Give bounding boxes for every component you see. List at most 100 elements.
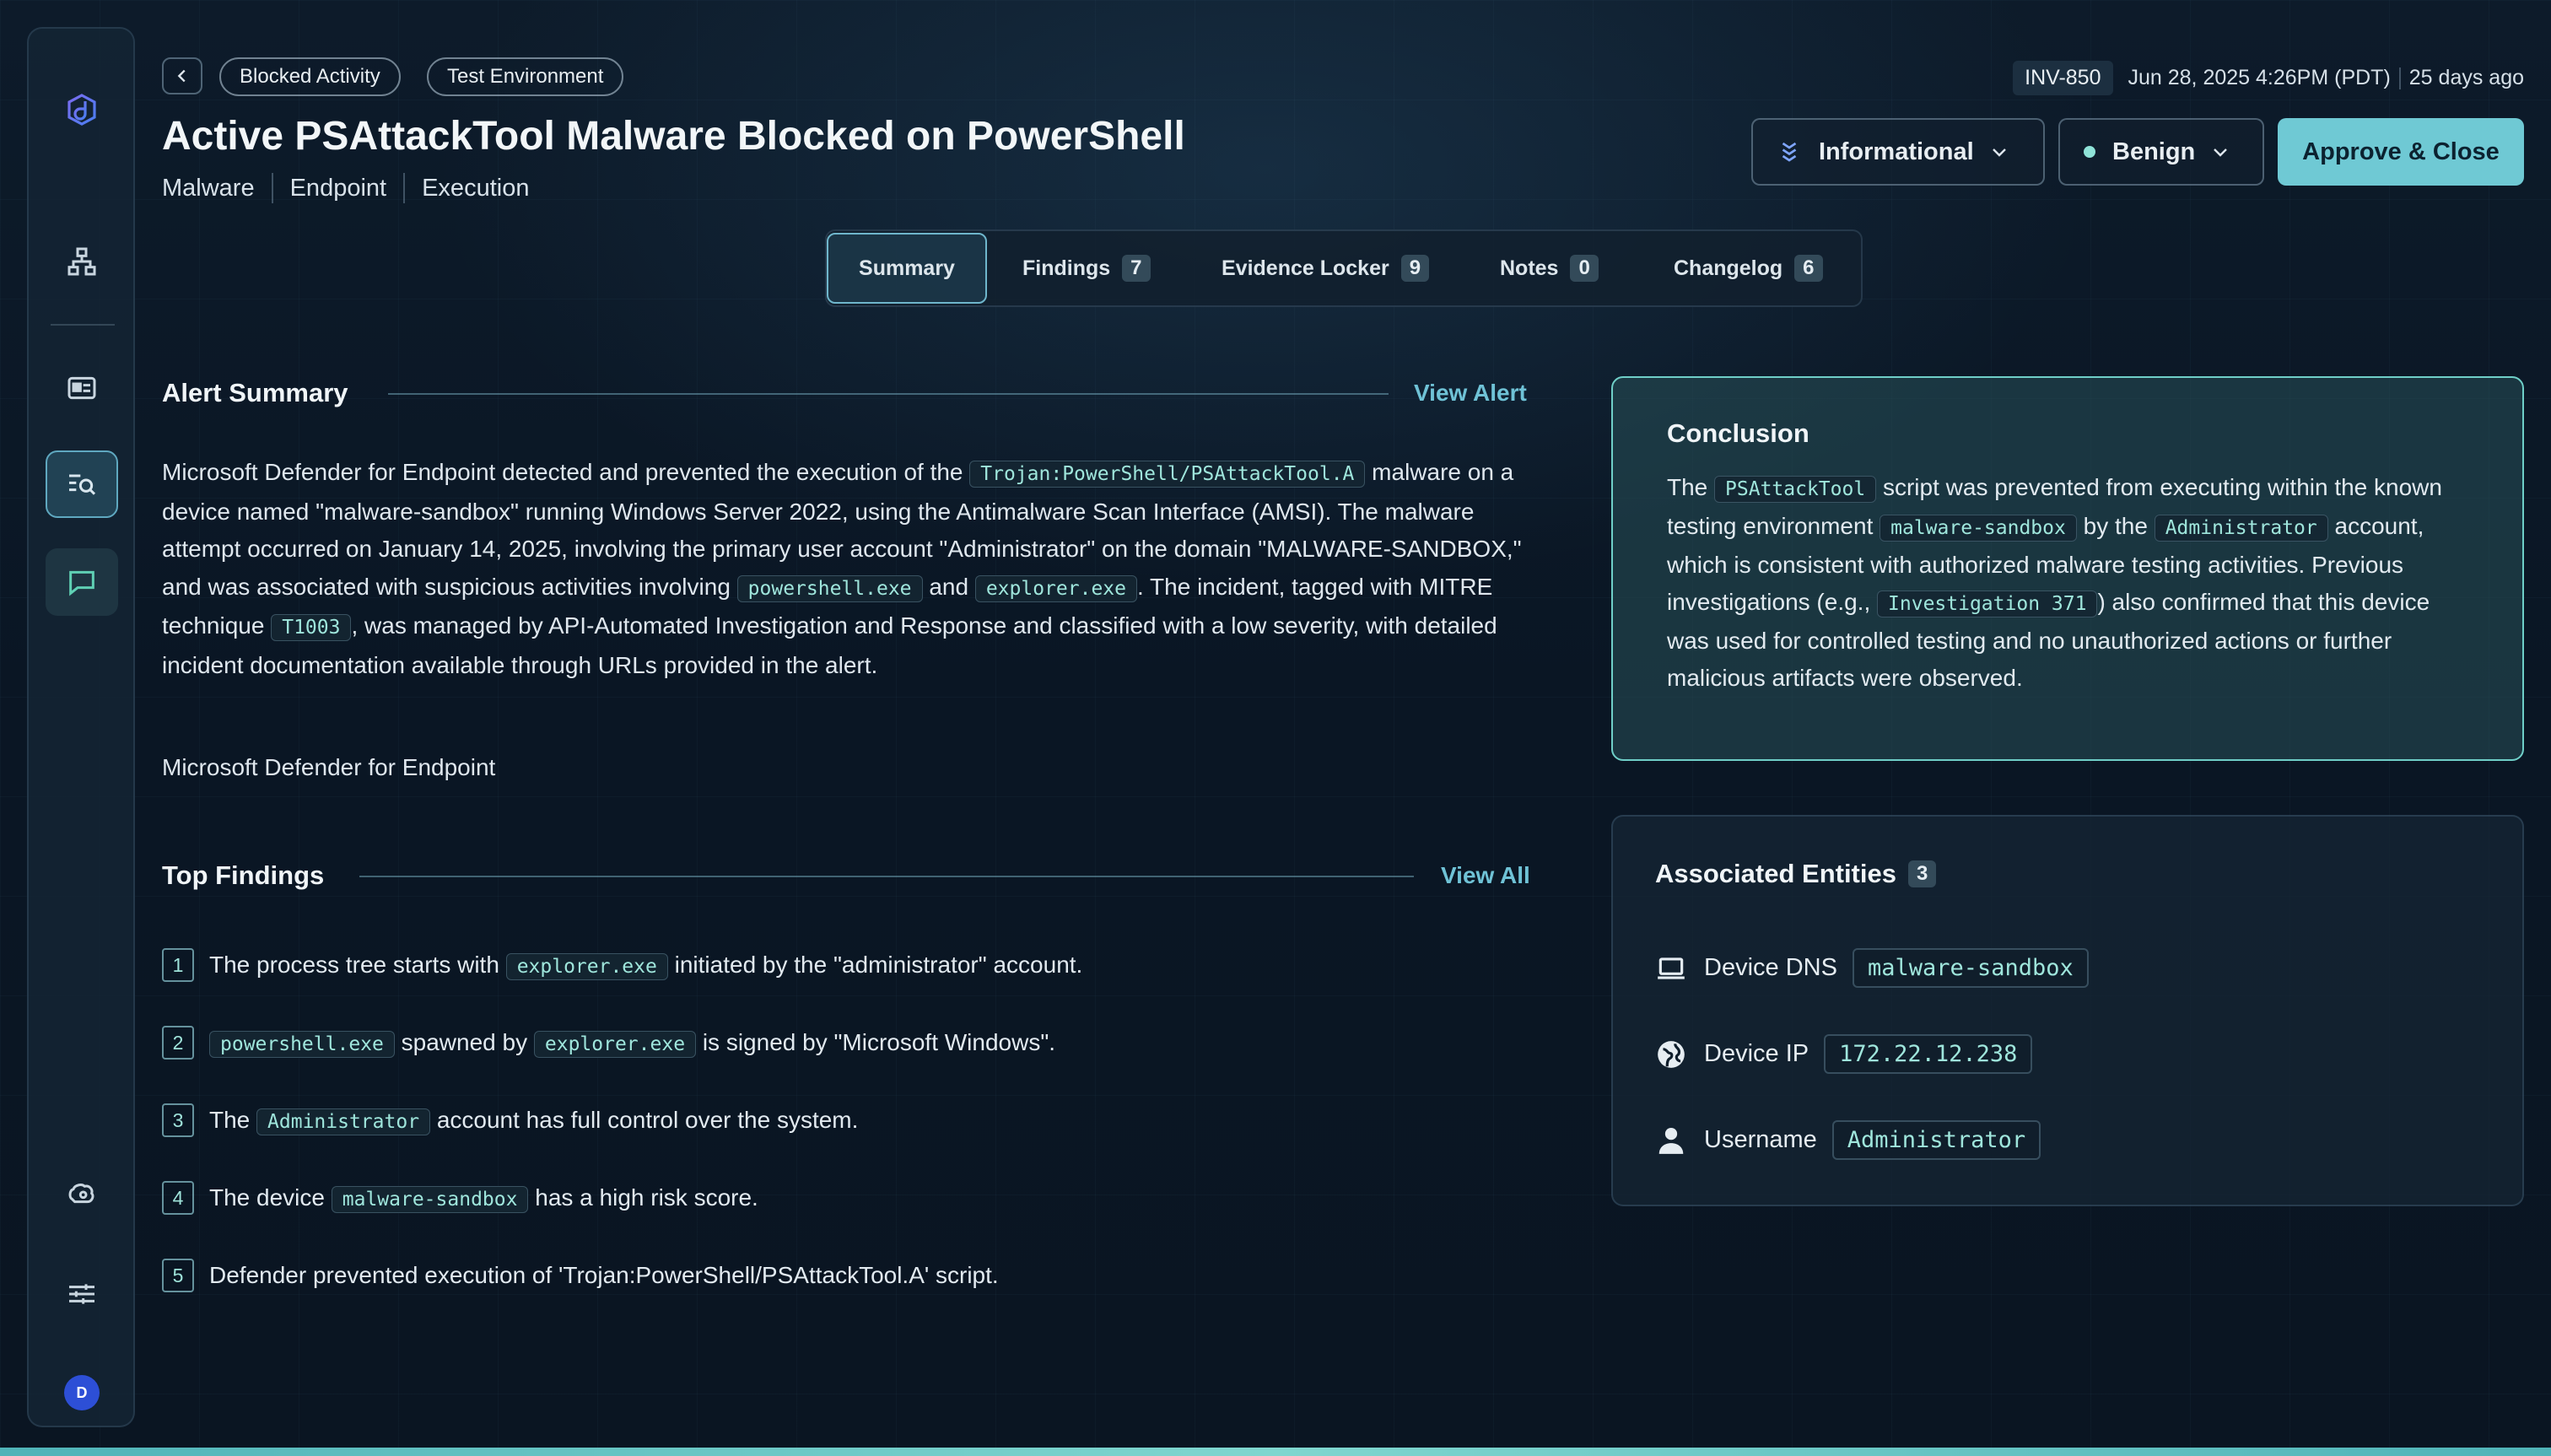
finding-text: The — [209, 1107, 257, 1133]
conclusion-text-part: The — [1667, 474, 1715, 500]
finding-code: Administrator — [256, 1108, 431, 1135]
entities-header: Associated Entities 3 — [1655, 859, 1937, 889]
summary-text: , was managed by API-Automated Investiga… — [162, 612, 1497, 678]
tab-changelog[interactable]: Changelog 6 — [1674, 231, 1823, 305]
avatar[interactable]: D — [64, 1375, 100, 1410]
tab-label: Evidence Locker — [1222, 256, 1389, 280]
finding-text: initiated by the "administrator" account… — [667, 952, 1083, 978]
severity-layers-icon — [1782, 142, 1797, 162]
finding-text: The device — [209, 1184, 332, 1211]
tab-count: 7 — [1122, 255, 1151, 282]
finding-number: 3 — [162, 1103, 194, 1137]
verdict-label: Benign — [2112, 138, 2196, 165]
tag-malware: Malware — [162, 173, 273, 203]
investigations-icon[interactable] — [46, 450, 118, 518]
tab-count: 6 — [1794, 255, 1823, 282]
globe-icon — [1658, 1040, 1685, 1068]
tab-count: 0 — [1570, 255, 1599, 282]
conclusion-code: Administrator — [2154, 515, 2328, 542]
id-card-icon[interactable] — [46, 354, 118, 422]
tab-label: Findings — [1022, 256, 1111, 280]
finding-text: The process tree starts with — [209, 952, 506, 978]
conclusion-title: Conclusion — [1667, 418, 1809, 448]
brain-settings-icon[interactable] — [46, 1162, 118, 1230]
relative-age: 25 days ago — [2408, 66, 2524, 89]
investigation-id[interactable]: INV-850 — [2013, 61, 2113, 95]
finding-text: is signed by "Microsoft Windows". — [696, 1029, 1056, 1055]
page-title: Active PSAttackTool Malware Blocked on P… — [162, 114, 1185, 159]
tab-bar: Summary Findings 7 Evidence Locker 9 Not… — [825, 229, 1863, 307]
user-icon — [1658, 1127, 1684, 1154]
severity-label: Informational — [1819, 138, 1974, 165]
entities-count: 3 — [1907, 860, 1937, 887]
finding-code: explorer.exe — [533, 1031, 697, 1058]
category-tags: Malware Endpoint Execution — [162, 173, 563, 203]
sidebar: D — [27, 27, 135, 1427]
finding-text: spawned by — [394, 1029, 534, 1055]
entity-username[interactable]: Username Administrator — [1655, 1120, 2041, 1160]
top-findings-title: Top Findings — [162, 860, 325, 890]
severity-dropdown[interactable]: Informational — [1751, 118, 2045, 186]
chip-test-environment[interactable]: Test Environment — [427, 57, 624, 96]
section-divider — [359, 876, 1414, 877]
conclusion-code: malware-sandbox — [1880, 515, 2077, 542]
finding-item[interactable]: 2 powershell.exe spawned by explorer.exe… — [162, 1026, 1545, 1103]
summary-text: and — [922, 573, 975, 600]
finding-item[interactable]: 4 The device malware-sandbox has a high … — [162, 1181, 1545, 1259]
finding-code: powershell.exe — [209, 1031, 395, 1058]
sliders-icon[interactable] — [46, 1260, 118, 1328]
section-divider — [388, 393, 1389, 395]
view-alert-link[interactable]: View Alert — [1414, 380, 1527, 407]
conclusion-text-part: by the — [2076, 513, 2155, 539]
entity-label: Username — [1704, 1126, 1817, 1153]
chevron-down-icon — [2214, 148, 2228, 157]
tab-notes[interactable]: Notes 0 — [1500, 231, 1599, 305]
tab-label: Summary — [859, 256, 955, 280]
app-logo-icon[interactable] — [46, 76, 118, 143]
tab-count: 9 — [1400, 255, 1430, 282]
view-all-findings-link[interactable]: View All — [1441, 862, 1530, 889]
tab-evidence-locker[interactable]: Evidence Locker 9 — [1222, 231, 1430, 305]
tab-summary[interactable]: Summary — [827, 233, 987, 304]
tab-findings[interactable]: Findings 7 — [1022, 231, 1151, 305]
conclusion-code: PSAttackTool — [1714, 476, 1877, 503]
alert-summary-title: Alert Summary — [162, 378, 348, 407]
back-button[interactable] — [162, 57, 202, 94]
bottom-accent-bar — [0, 1448, 2551, 1456]
entity-label: Device DNS — [1704, 954, 1837, 981]
finding-number: 4 — [162, 1181, 194, 1215]
entity-value[interactable]: malware-sandbox — [1852, 948, 2089, 988]
finding-item[interactable]: 1 The process tree starts with explorer.… — [162, 948, 1545, 1026]
finding-item[interactable]: 5 Defender prevented execution of 'Troja… — [162, 1259, 1545, 1336]
verdict-dropdown[interactable]: Benign — [2058, 118, 2264, 186]
finding-number: 5 — [162, 1259, 194, 1292]
summary-text: Microsoft Defender for Endpoint detected… — [162, 459, 970, 485]
finding-code: explorer.exe — [505, 953, 668, 980]
entity-device-ip[interactable]: Device IP 172.22.12.238 — [1655, 1034, 2033, 1074]
conclusion-card: Conclusion The PSAttackTool script was p… — [1611, 376, 2524, 761]
entity-device-dns[interactable]: Device DNS malware-sandbox — [1655, 948, 2089, 988]
entity-value[interactable]: 172.22.12.238 — [1824, 1034, 2033, 1074]
tab-label: Notes — [1500, 256, 1559, 280]
finding-item[interactable]: 3 The Administrator account has full con… — [162, 1103, 1545, 1181]
mitre-technique-code: T1003 — [271, 614, 352, 641]
chevron-down-icon — [1992, 148, 2006, 157]
findings-list: 1 The process tree starts with explorer.… — [162, 948, 1545, 1336]
malware-name-code: Trojan:PowerShell/PSAttackTool.A — [969, 461, 1366, 488]
finding-text: Defender prevented execution of 'Trojan:… — [209, 1262, 999, 1288]
chevron-left-icon — [177, 69, 186, 83]
finding-code: malware-sandbox — [331, 1186, 529, 1213]
conclusion-text: The PSAttackTool script was prevented fr… — [1667, 469, 2468, 697]
entity-value[interactable]: Administrator — [1831, 1120, 2041, 1160]
tab-label: Changelog — [1674, 256, 1783, 280]
timestamp: Jun 28, 2025 4:26PM (PDT) — [2128, 66, 2391, 89]
investigation-meta: INV-850 Jun 28, 2025 4:26PM (PDT) 25 day… — [2013, 61, 2524, 95]
network-icon[interactable] — [46, 228, 118, 295]
finding-number: 1 — [162, 948, 194, 982]
conclusion-code: Investigation 371 — [1877, 590, 2098, 617]
chat-icon[interactable] — [46, 548, 118, 616]
finding-text: account has full control over the system… — [430, 1107, 859, 1133]
chip-blocked-activity[interactable]: Blocked Activity — [219, 57, 401, 96]
entities-title: Associated Entities — [1655, 859, 1896, 888]
approve-close-button[interactable]: Approve & Close — [2278, 118, 2524, 186]
